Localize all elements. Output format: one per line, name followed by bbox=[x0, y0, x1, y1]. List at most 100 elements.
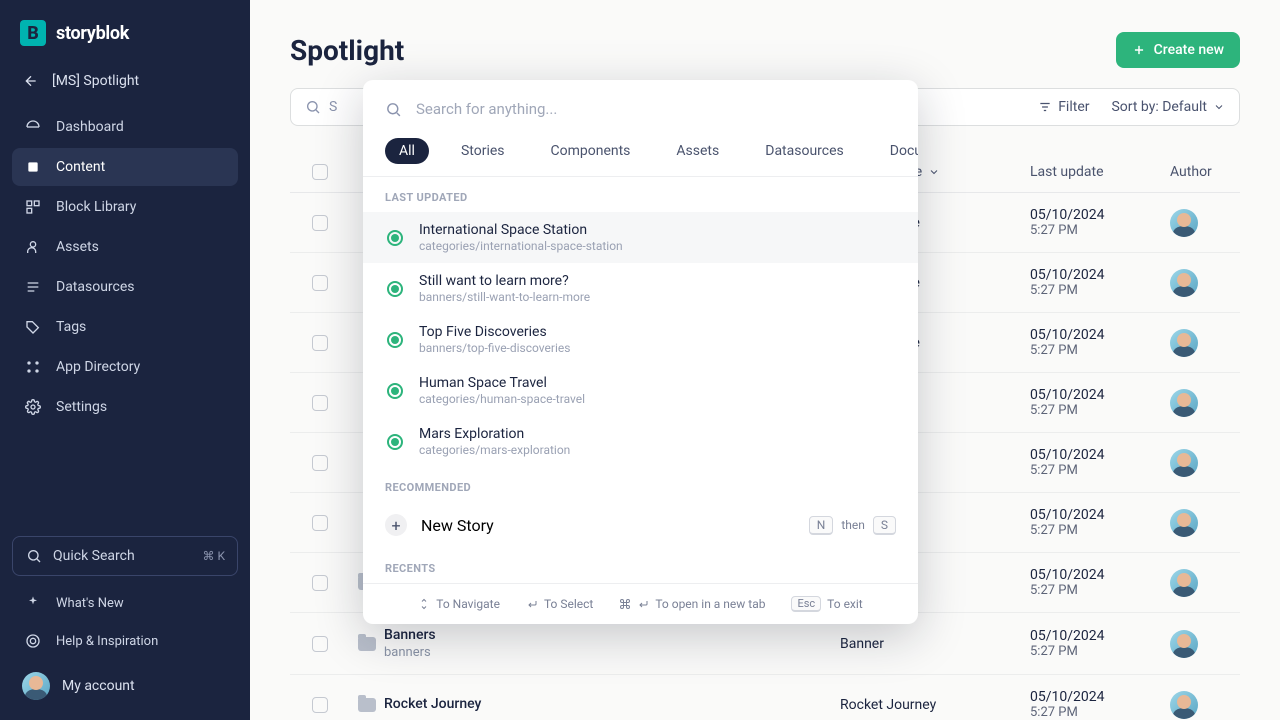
nav-content[interactable]: Content bbox=[12, 148, 238, 186]
nav-settings[interactable]: Settings bbox=[12, 388, 238, 426]
row-checkbox[interactable] bbox=[312, 215, 328, 231]
folder-icon bbox=[350, 698, 384, 712]
primary-nav: Dashboard Content Block Library Assets D… bbox=[12, 108, 238, 426]
table-row[interactable]: Rocket Journey Rocket Journey 05/10/2024… bbox=[290, 675, 1240, 720]
folder-icon bbox=[350, 637, 384, 651]
row-title: Banners bbox=[384, 627, 840, 643]
account-menu[interactable]: My account bbox=[12, 660, 238, 704]
filter-label: Filter bbox=[1058, 99, 1089, 115]
row-checkbox[interactable] bbox=[312, 575, 328, 591]
key-n: N bbox=[809, 516, 834, 535]
row-last-update: 05/10/20245:27 PM bbox=[1030, 387, 1170, 418]
nav-block-library[interactable]: Block Library bbox=[12, 188, 238, 226]
spotlight-tab-components[interactable]: Components bbox=[537, 138, 645, 164]
quick-search-button[interactable]: Quick Search ⌘ K bbox=[12, 536, 238, 576]
hint-newtab: To open in a new tab bbox=[619, 597, 765, 611]
row-checkbox[interactable] bbox=[312, 275, 328, 291]
row-last-update: 05/10/20245:27 PM bbox=[1030, 507, 1170, 538]
blocks-icon bbox=[24, 198, 42, 216]
nav-tags[interactable]: Tags bbox=[12, 308, 238, 346]
spotlight-new-story-label: New Story bbox=[421, 516, 494, 535]
quick-search-label: Quick Search bbox=[53, 548, 135, 564]
author-avatar bbox=[1170, 691, 1198, 719]
brand-logo[interactable]: B storyblok bbox=[12, 16, 238, 62]
spotlight-result-item[interactable]: Human Space Travel categories/human-spac… bbox=[363, 365, 918, 416]
spotlight-item-title: Still want to learn more? bbox=[419, 273, 590, 289]
row-last-update: 05/10/20245:27 PM bbox=[1030, 327, 1170, 358]
spotlight-result-item[interactable]: Still want to learn more? banners/still-… bbox=[363, 263, 918, 314]
spotlight-tabs: All Stories Components Assets Datasource… bbox=[363, 138, 918, 177]
spotlight-item-title: International Space Station bbox=[419, 222, 623, 238]
page-title: Spotlight bbox=[290, 34, 404, 67]
spotlight-result-item[interactable]: Top Five Discoveries banners/top-five-di… bbox=[363, 314, 918, 365]
nav-help[interactable]: Help & Inspiration bbox=[12, 622, 238, 660]
spotlight-tab-assets[interactable]: Assets bbox=[662, 138, 733, 164]
gear-icon bbox=[24, 398, 42, 416]
nav-label: What's New bbox=[56, 596, 124, 611]
row-checkbox[interactable] bbox=[312, 455, 328, 471]
hint-exit: Esc To exit bbox=[791, 596, 862, 612]
nav-label: Tags bbox=[56, 319, 86, 335]
nav-label: Help & Inspiration bbox=[56, 634, 158, 649]
create-new-button[interactable]: Create new bbox=[1116, 32, 1240, 68]
logo-mark-icon: B bbox=[20, 20, 46, 46]
plus-icon bbox=[1132, 43, 1146, 57]
spotlight-item-title: Top Five Discoveries bbox=[419, 324, 570, 340]
author-avatar bbox=[1170, 630, 1198, 658]
spotlight-item-path: categories/mars-exploration bbox=[419, 443, 570, 457]
nav-assets[interactable]: Assets bbox=[12, 228, 238, 266]
row-checkbox[interactable] bbox=[312, 335, 328, 351]
brand-name: storyblok bbox=[56, 23, 129, 44]
row-last-update: 05/10/20245:27 PM bbox=[1030, 689, 1170, 720]
sort-button[interactable]: Sort by: Default bbox=[1111, 99, 1225, 115]
datasource-icon bbox=[24, 278, 42, 296]
nav-app-directory[interactable]: App Directory bbox=[12, 348, 238, 386]
spotlight-tab-docs[interactable]: Documentation bbox=[876, 138, 918, 164]
col-author: Author bbox=[1170, 164, 1212, 180]
row-checkbox[interactable] bbox=[312, 636, 328, 652]
search-icon bbox=[25, 547, 43, 565]
dashboard-icon bbox=[24, 118, 42, 136]
avatar-icon bbox=[22, 672, 50, 700]
row-checkbox[interactable] bbox=[312, 697, 328, 713]
search-icon bbox=[305, 99, 321, 115]
enter-icon bbox=[637, 598, 649, 610]
spotlight-item-path: banners/top-five-discoveries bbox=[419, 341, 570, 355]
spotlight-item-path: banners/still-want-to-learn-more bbox=[419, 290, 590, 304]
spotlight-item-path: categories/international-space-station bbox=[419, 239, 623, 253]
create-new-label: Create new bbox=[1154, 42, 1224, 58]
nav-dashboard[interactable]: Dashboard bbox=[12, 108, 238, 146]
status-published-icon bbox=[385, 381, 405, 401]
status-published-icon bbox=[385, 228, 405, 248]
filter-button[interactable]: Filter bbox=[1038, 99, 1089, 115]
row-checkbox[interactable] bbox=[312, 515, 328, 531]
chevron-down-icon bbox=[1213, 101, 1225, 113]
author-avatar bbox=[1170, 569, 1198, 597]
spotlight-search-input[interactable] bbox=[416, 100, 896, 118]
nav-whats-new[interactable]: What's New bbox=[12, 584, 238, 622]
nav-datasources[interactable]: Datasources bbox=[12, 268, 238, 306]
select-all-checkbox[interactable] bbox=[312, 164, 328, 180]
spotlight-section-recents: RECENTS bbox=[363, 548, 918, 583]
spotlight-result-item[interactable]: Mars Exploration categories/mars-explora… bbox=[363, 416, 918, 467]
spotlight-tab-all[interactable]: All bbox=[385, 138, 429, 164]
spotlight-tab-datasources[interactable]: Datasources bbox=[751, 138, 858, 164]
spotlight-footer: To Navigate To Select To open in a new t… bbox=[363, 583, 918, 624]
status-published-icon bbox=[385, 330, 405, 350]
spotlight-modal: All Stories Components Assets Datasource… bbox=[363, 80, 918, 624]
nav-label: Content bbox=[56, 159, 105, 175]
enter-icon bbox=[526, 598, 538, 610]
nav-label: App Directory bbox=[56, 359, 140, 375]
spotlight-results: International Space Station categories/i… bbox=[363, 212, 918, 467]
cmd-icon bbox=[619, 598, 631, 610]
assets-icon bbox=[24, 238, 42, 256]
back-to-space[interactable]: [MS] Spotlight bbox=[12, 62, 238, 108]
row-checkbox[interactable] bbox=[312, 395, 328, 411]
spotlight-result-item[interactable]: International Space Station categories/i… bbox=[363, 212, 918, 263]
row-last-update: 05/10/20245:27 PM bbox=[1030, 447, 1170, 478]
hint-select: To Select bbox=[526, 597, 593, 611]
spotlight-new-story[interactable]: + New Story N then S bbox=[363, 502, 918, 548]
spotlight-item-title: Human Space Travel bbox=[419, 375, 585, 391]
spotlight-tab-stories[interactable]: Stories bbox=[447, 138, 519, 164]
nav-label: Settings bbox=[56, 399, 107, 415]
